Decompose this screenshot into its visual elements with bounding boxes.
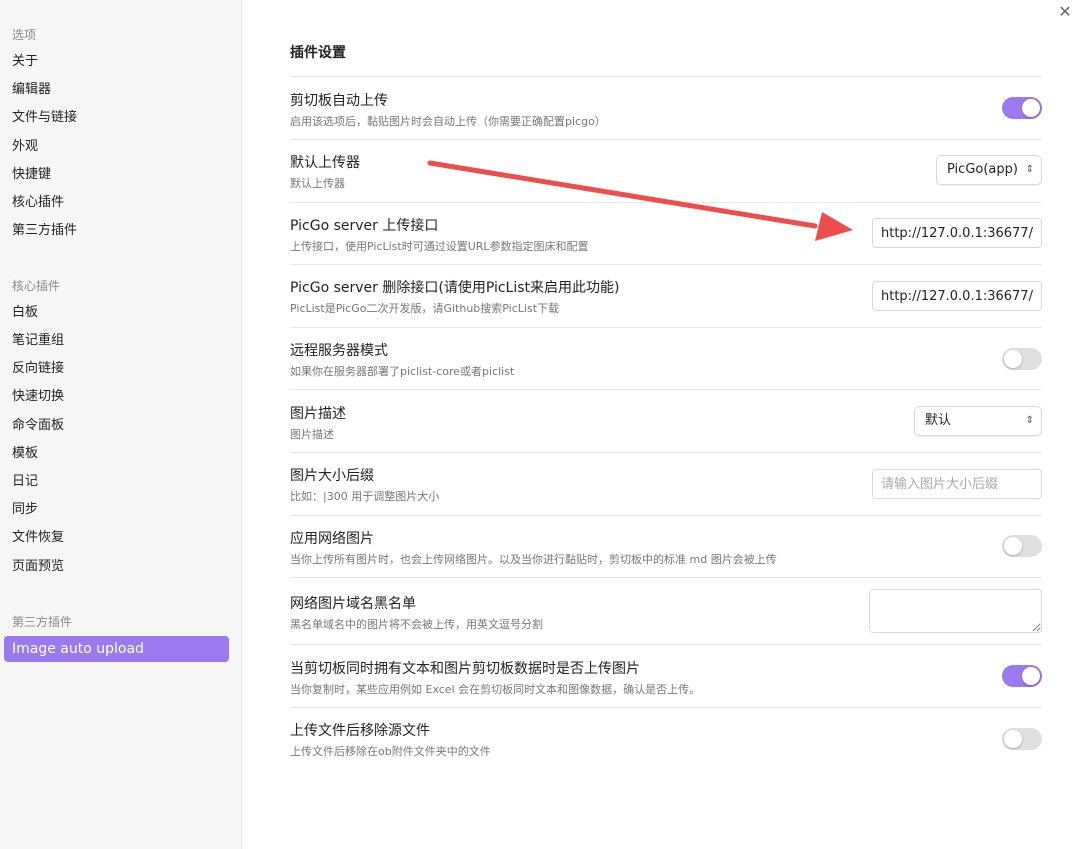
select-value: PicGo(app): [947, 162, 1018, 177]
sidebar-item-about[interactable]: 关于: [12, 52, 38, 72]
setting-name: PicGo server 上传接口: [290, 218, 439, 234]
setting-desc: 当你上传所有图片时，也会上传网络图片。以及当你进行黏贴时，剪切板中的标准 md …: [290, 553, 777, 566]
select-chevron-icon: ⇕: [1025, 164, 1034, 175]
sidebar-item-command-palette[interactable]: 命令面板: [12, 416, 64, 436]
upload-url-input[interactable]: [872, 218, 1042, 248]
setting-row-clipboard-auto-upload: 剪切板自动上传 启用该选项后，黏贴图片时会自动上传（你需要正确配置picgo）: [290, 76, 1042, 139]
sidebar-item-templates[interactable]: 模板: [12, 444, 38, 464]
setting-row-domain-blacklist: 网络图片域名黑名单 黑名单域名中的图片将不会被上传，用英文逗号分割: [290, 577, 1042, 644]
sidebar-item-file-recovery[interactable]: 文件恢复: [12, 528, 64, 548]
sidebar-item-files-links[interactable]: 文件与链接: [12, 108, 77, 128]
toggle-knob: [1004, 350, 1022, 368]
remove-source-file-toggle[interactable]: [1002, 728, 1042, 750]
setting-name: 默认上传器: [290, 155, 360, 171]
setting-desc: 上传文件后移除在ob附件文件夹中的文件: [290, 745, 491, 758]
toggle-knob: [1004, 730, 1022, 748]
setting-name: PicGo server 删除接口(请使用PicList来启用此功能): [290, 280, 620, 296]
sidebar-item-backlinks[interactable]: 反向链接: [12, 359, 64, 379]
setting-name: 图片描述: [290, 406, 346, 422]
sidebar-item-core-plugins[interactable]: 核心插件: [12, 193, 64, 213]
setting-name: 剪切板自动上传: [290, 93, 388, 109]
setting-name: 远程服务器模式: [290, 343, 388, 359]
toggle-knob: [1022, 667, 1040, 685]
sidebar-item-page-preview[interactable]: 页面预览: [12, 557, 64, 577]
sidebar-item-daily-notes[interactable]: 日记: [12, 472, 38, 492]
setting-desc: 默认上传器: [290, 177, 345, 190]
setting-row-image-size-suffix: 图片大小后缀 比如：|300 用于调整图片大小: [290, 452, 1042, 515]
default-uploader-select[interactable]: PicGo(app) ⇕: [936, 155, 1042, 185]
sidebar-item-editor[interactable]: 编辑器: [12, 80, 51, 100]
setting-desc: 比如：|300 用于调整图片大小: [290, 490, 440, 503]
image-size-suffix-input[interactable]: [872, 469, 1042, 499]
setting-row-default-uploader: 默认上传器 默认上传器 PicGo(app) ⇕: [290, 139, 1042, 202]
sidebar-item-sync[interactable]: 同步: [12, 500, 38, 520]
select-chevron-icon: ⇕: [1025, 415, 1034, 426]
setting-row-remove-source-file: 上传文件后移除源文件 上传文件后移除在ob附件文件夹中的文件: [290, 707, 1042, 770]
setting-name: 当剪切板同时拥有文本和图片剪切板数据时是否上传图片: [290, 661, 640, 677]
setting-desc: 当你复制时，某些应用例如 Excel 会在剪切板同时文本和图像数据，确认是否上传…: [290, 683, 701, 696]
setting-name: 应用网络图片: [290, 531, 374, 547]
domain-blacklist-textarea[interactable]: [869, 589, 1042, 633]
sidebar-item-note-composer[interactable]: 笔记重组: [12, 331, 64, 351]
section-title: 插件设置: [290, 45, 346, 61]
setting-row-clipboard-text-and-image: 当剪切板同时拥有文本和图片剪切板数据时是否上传图片 当你复制时，某些应用例如 E…: [290, 644, 1042, 707]
toggle-knob: [1004, 537, 1022, 555]
settings-sidebar: 选项 关于 编辑器 文件与链接 外观 快捷键 核心插件 第三方插件 核心插件 白…: [0, 0, 242, 849]
sidebar-group-title-core-plugins: 核心插件: [12, 279, 61, 293]
setting-row-network-images: 应用网络图片 当你上传所有图片时，也会上传网络图片。以及当你进行黏贴时，剪切板中…: [290, 515, 1042, 577]
settings-content: 插件设置 剪切板自动上传 启用该选项后，黏贴图片时会自动上传（你需要正确配置pi…: [242, 0, 1074, 849]
setting-row-remote-server-mode: 远程服务器模式 如果你在服务器部署了piclist-core或者piclist: [290, 327, 1042, 389]
setting-name: 网络图片域名黑名单: [290, 596, 416, 612]
setting-name: 图片大小后缀: [290, 468, 374, 484]
setting-row-delete-url: PicGo server 删除接口(请使用PicList来启用此功能) PicL…: [290, 264, 1042, 327]
setting-desc: 上传接口，使用PicList时可通过设置URL参数指定图床和配置: [290, 240, 589, 253]
setting-desc: 如果你在服务器部署了piclist-core或者piclist: [290, 365, 515, 378]
clipboard-text-and-image-toggle[interactable]: [1002, 665, 1042, 687]
setting-desc: PicList是PicGo二次开发版，请Github搜索PicList下载: [290, 302, 560, 315]
image-description-select[interactable]: 默认 ⇕: [914, 406, 1042, 436]
setting-desc: 黑名单域名中的图片将不会被上传，用英文逗号分割: [290, 618, 543, 631]
sidebar-group-title-options: 选项: [12, 28, 37, 42]
setting-name: 上传文件后移除源文件: [290, 723, 430, 739]
toggle-knob: [1022, 99, 1040, 117]
setting-desc: 启用该选项后，黏贴图片时会自动上传（你需要正确配置picgo）: [290, 115, 606, 128]
delete-url-input[interactable]: [872, 281, 1042, 311]
sidebar-item-image-auto-upload[interactable]: Image auto upload: [4, 636, 229, 662]
sidebar-item-quick-switcher[interactable]: 快速切换: [12, 387, 64, 407]
setting-row-image-description: 图片描述 图片描述 默认 ⇕: [290, 389, 1042, 452]
sidebar-item-canvas[interactable]: 白板: [12, 303, 38, 323]
select-value: 默认: [925, 413, 952, 428]
sidebar-item-appearance[interactable]: 外观: [12, 137, 38, 157]
setting-row-upload-url: PicGo server 上传接口 上传接口，使用PicList时可通过设置UR…: [290, 202, 1042, 264]
network-images-toggle[interactable]: [1002, 535, 1042, 557]
sidebar-item-hotkeys[interactable]: 快捷键: [12, 165, 51, 185]
setting-desc: 图片描述: [290, 428, 334, 441]
remote-server-mode-toggle[interactable]: [1002, 348, 1042, 370]
sidebar-group-title-community-plugins: 第三方插件: [12, 615, 73, 629]
sidebar-item-community-plugins[interactable]: 第三方插件: [12, 221, 77, 241]
clipboard-auto-upload-toggle[interactable]: [1002, 97, 1042, 119]
